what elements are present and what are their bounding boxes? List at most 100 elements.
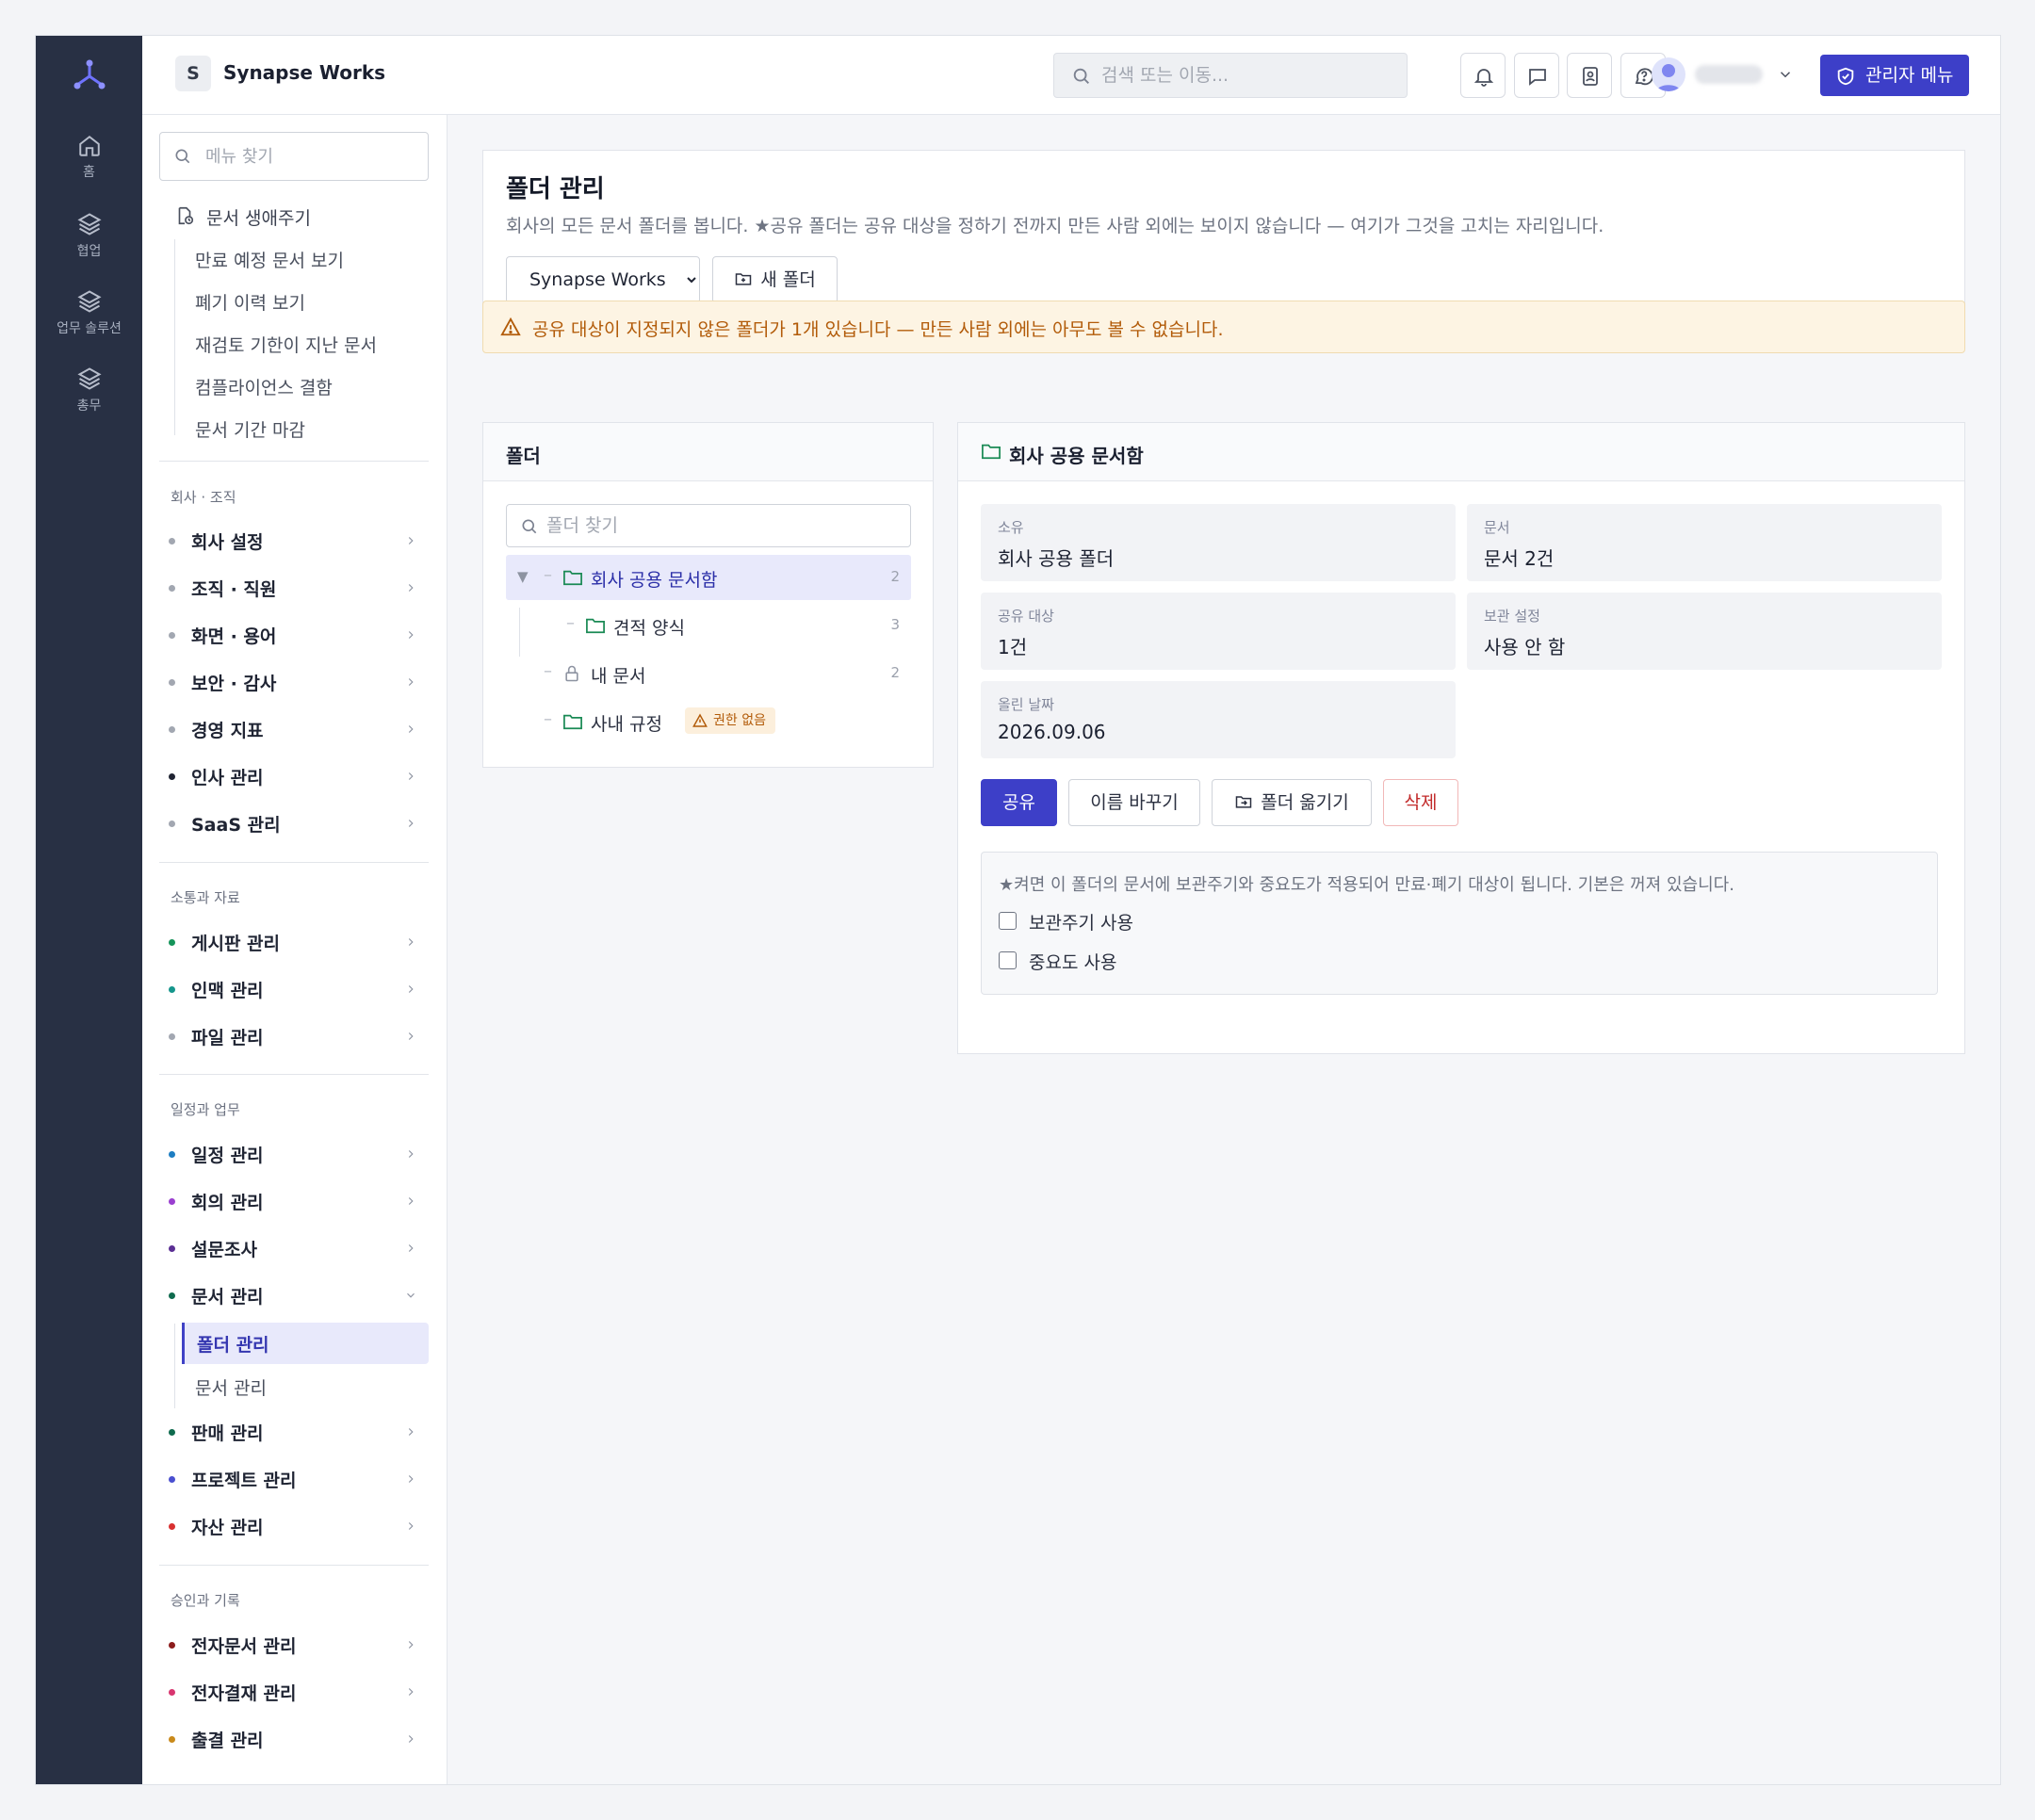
status-dot — [169, 538, 175, 544]
global-search[interactable] — [1053, 53, 1408, 98]
notifications-button[interactable] — [1460, 53, 1506, 98]
tree-item-name: 사내 규정 — [591, 714, 662, 735]
nav-folder-management[interactable]: 폴더 관리 — [182, 1323, 429, 1364]
nav-assets[interactable]: 자산 관리 — [159, 1507, 429, 1545]
logo-icon[interactable] — [72, 58, 107, 94]
icon-rail: 홈 협업 업무 솔루션 총무 — [36, 36, 142, 1784]
rail-label: 홈 — [83, 165, 95, 180]
contact-book-icon — [1583, 67, 1598, 86]
checkbox[interactable] — [999, 912, 1017, 930]
chevron-right-icon — [408, 584, 414, 592]
nav-hr[interactable]: 인사 관리 — [159, 757, 429, 795]
search-icon — [1073, 68, 1089, 84]
retention-settings: ★켜면 이 폴더의 문서에 보관주기와 중요도가 적용되어 만료·폐기 대상이 … — [981, 852, 1938, 995]
chevron-right-icon — [408, 537, 414, 544]
user-name-redacted[interactable] — [1695, 65, 1763, 84]
lifecycle-item-review-overdue[interactable]: 재검토 기한이 지난 문서 — [195, 332, 377, 357]
status-dot — [169, 1429, 175, 1436]
tree-item-company-rules[interactable]: – 사내 규정 권한 없음 — [506, 699, 911, 744]
workspace-badge[interactable]: S — [175, 56, 211, 91]
nav-e-approval[interactable]: 전자결재 관리 — [159, 1673, 429, 1711]
expand-toggle[interactable]: ▼ — [517, 568, 529, 585]
workspace-name[interactable]: Synapse Works — [223, 61, 385, 84]
rail-item-solutions[interactable]: 업무 솔루션 — [36, 288, 142, 337]
lifecycle-item-period-close[interactable]: 문서 기간 마감 — [195, 416, 305, 442]
nav-label: 출결 관리 — [191, 1731, 264, 1751]
page-header-card: 폴더 관리 회사의 모든 문서 폴더를 봅니다. ★공유 폴더는 공유 대상을 … — [482, 150, 1965, 320]
nav-screen-terms[interactable]: 화면 · 용어 — [159, 616, 429, 654]
chevron-right-icon — [408, 1641, 414, 1649]
admin-menu-button[interactable]: 관리자 메뉴 — [1820, 55, 1969, 96]
status-dot — [169, 1476, 175, 1483]
tree-item-company-shared[interactable]: ▼ – 회사 공용 문서함 2 — [506, 555, 911, 600]
nav-board[interactable]: 게시판 관리 — [159, 923, 429, 961]
chevron-down-icon — [407, 1292, 415, 1298]
lifecycle-item-expiring[interactable]: 만료 예정 문서 보기 — [195, 247, 344, 272]
detail-title: 회사 공용 문서함 — [1009, 445, 1144, 467]
new-folder-label: 새 폴더 — [760, 269, 816, 290]
nav-e-documents[interactable]: 전자문서 관리 — [159, 1626, 429, 1664]
delete-button[interactable]: 삭제 — [1383, 779, 1458, 826]
nav-sales[interactable]: 판매 관리 — [159, 1413, 429, 1451]
contacts-button[interactable] — [1567, 53, 1612, 98]
new-folder-button[interactable]: 새 폴더 — [712, 256, 838, 303]
share-button[interactable]: 공유 — [981, 779, 1057, 826]
tree-item-name: 견적 양식 — [613, 618, 685, 639]
menu-search-input[interactable] — [205, 133, 413, 180]
tree-item-my-documents[interactable]: – 내 문서 2 — [506, 651, 911, 696]
workspace-select[interactable]: Synapse Works — [506, 256, 700, 303]
folder-plus-icon — [736, 273, 752, 285]
nav-projects[interactable]: 프로젝트 관리 — [159, 1460, 429, 1498]
rename-button[interactable]: 이름 바꾸기 — [1068, 779, 1200, 826]
lifecycle-item-compliance[interactable]: 컴플라이언스 결함 — [195, 374, 333, 399]
nav-management-metrics[interactable]: 경영 지표 — [159, 710, 429, 748]
folder-icon — [586, 618, 605, 634]
chevron-down-icon[interactable] — [1777, 66, 1794, 83]
tree-item-quote-templates[interactable]: – 견적 양식 3 — [506, 603, 911, 648]
nav-surveys[interactable]: 설문조사 — [159, 1229, 429, 1267]
no-permission-badge: 권한 없음 — [685, 707, 775, 734]
warning-icon — [692, 713, 708, 727]
status-dot — [169, 1151, 175, 1158]
move-folder-button[interactable]: 폴더 옮기기 — [1212, 779, 1372, 826]
global-search-input[interactable] — [1101, 54, 1393, 97]
nav-label: SaaS 관리 — [191, 815, 281, 836]
nav-documents[interactable]: 문서 관리 — [159, 1276, 429, 1314]
detail-header: 회사 공용 문서함 — [958, 423, 1964, 481]
search-icon — [522, 519, 537, 534]
nav-contacts[interactable]: 인맥 관리 — [159, 970, 429, 1008]
nav-label: 자산 관리 — [191, 1518, 264, 1538]
nav-label: 화면 · 용어 — [191, 626, 277, 647]
status-dot — [169, 939, 175, 946]
avatar[interactable] — [1652, 57, 1685, 91]
nav-schedule[interactable]: 일정 관리 — [159, 1135, 429, 1173]
status-dot — [169, 726, 175, 733]
rail-item-general-affairs[interactable]: 총무 — [36, 366, 142, 414]
checkbox[interactable] — [999, 951, 1017, 969]
nav-org-staff[interactable]: 조직 · 직원 — [159, 569, 429, 607]
bell-icon — [1473, 69, 1494, 87]
chevron-right-icon — [408, 1688, 414, 1696]
nav-security-audit[interactable]: 보안 · 감사 — [159, 663, 429, 701]
info-value: 1건 — [998, 636, 1028, 658]
folder-search[interactable] — [506, 504, 911, 547]
lifecycle-item-disposal-history[interactable]: 폐기 이력 보기 — [195, 289, 305, 315]
nav-saas[interactable]: SaaS 관리 — [159, 804, 429, 842]
rail-item-collab[interactable]: 협업 — [36, 211, 142, 260]
nav-files[interactable]: 파일 관리 — [159, 1017, 429, 1055]
admin-menu-label: 관리자 메뉴 — [1865, 65, 1954, 86]
messages-button[interactable] — [1514, 53, 1559, 98]
info-upload-date: 올린 날짜 2026.09.06 — [981, 681, 1456, 758]
folder-detail-panel: 회사 공용 문서함 소유 회사 공용 폴더 문서 문서 2건 공유 대상 1건 보관 … — [957, 422, 1965, 1054]
nav-document-management[interactable]: 문서 관리 — [195, 1374, 267, 1400]
rail-item-home[interactable]: 홈 — [36, 134, 142, 181]
folder-search-input[interactable] — [546, 505, 895, 546]
menu-search[interactable] — [159, 132, 429, 181]
nav-company-settings[interactable]: 회사 설정 — [159, 522, 429, 560]
nav-label: 프로젝트 관리 — [191, 1471, 297, 1491]
nav-meetings[interactable]: 회의 관리 — [159, 1182, 429, 1220]
nav-attendance[interactable]: 출결 관리 — [159, 1720, 429, 1758]
info-value: 문서 2건 — [1484, 547, 1555, 570]
app-window: 홈 협업 업무 솔루션 총무 S Synapse Works 검색 또는 이동.… — [35, 35, 2001, 1785]
chevron-right-icon — [408, 1150, 414, 1158]
